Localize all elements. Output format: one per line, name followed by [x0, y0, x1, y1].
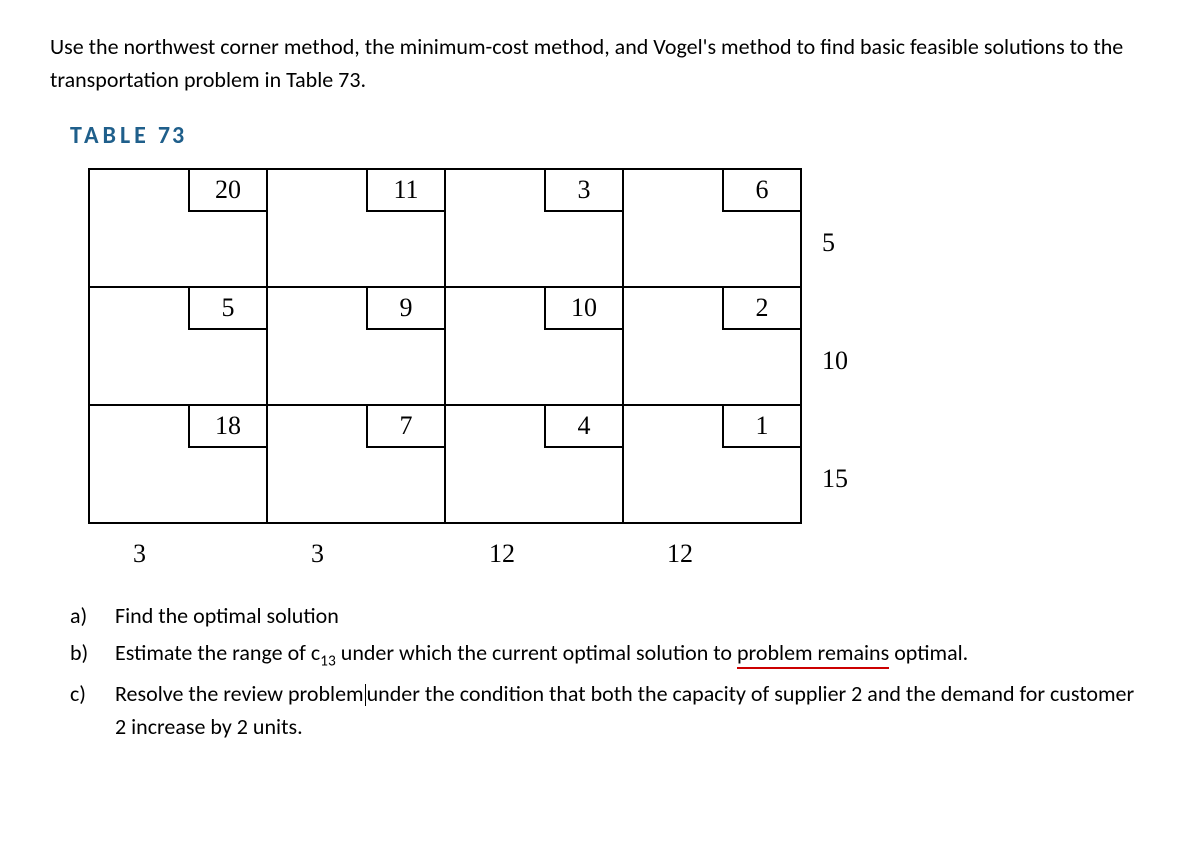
spellcheck-underline: problem remains	[737, 639, 889, 669]
demand-value: 12	[622, 539, 802, 569]
table-label: TABLE 73	[70, 121, 1150, 150]
question-text: Estimate the range of c13 under which th…	[115, 636, 1150, 673]
cell-1-3: 3	[444, 168, 624, 288]
text-cursor-icon	[365, 684, 366, 706]
cost-value: 5	[188, 286, 268, 330]
supply-column: 5 10 15	[822, 170, 848, 524]
questions-list: a) Find the optimal solution b) Estimate…	[70, 599, 1150, 743]
supply-value: 15	[822, 404, 848, 524]
subscript-13: 13	[320, 651, 336, 670]
cell-2-3: 10	[444, 286, 624, 406]
cost-value: 9	[366, 286, 446, 330]
question-label: a)	[70, 599, 115, 632]
cost-value: 18	[188, 404, 268, 448]
supply-value: 10	[822, 286, 848, 406]
cell-1-1: 20	[88, 168, 268, 288]
supply-value: 5	[822, 168, 848, 288]
table-row: 5 9 10 2	[90, 288, 802, 406]
question-b: b) Estimate the range of c13 under which…	[70, 636, 1150, 673]
cell-2-2: 9	[266, 286, 446, 406]
cost-value: 7	[366, 404, 446, 448]
cell-2-1: 5	[88, 286, 268, 406]
intro-text: Use the northwest corner method, the min…	[50, 30, 1150, 96]
cell-1-2: 11	[266, 168, 446, 288]
cost-value: 10	[544, 286, 624, 330]
cost-value: 2	[722, 286, 802, 330]
question-text: Find the optimal solution	[115, 599, 1150, 632]
cell-1-4: 6	[622, 168, 802, 288]
table-row: 20 11 3 6	[90, 170, 802, 288]
cost-value: 1	[722, 404, 802, 448]
cost-value: 3	[544, 168, 624, 212]
table-row: 18 7 4 1	[90, 406, 802, 524]
question-c: c) Resolve the review problemunder the c…	[70, 677, 1150, 743]
cell-3-4: 1	[622, 404, 802, 524]
cost-grid: 20 11 3 6 5 9 10 2 18 7 4 1	[90, 170, 802, 524]
question-label: b)	[70, 636, 115, 673]
demand-value: 3	[266, 539, 446, 569]
cost-value: 11	[366, 168, 446, 212]
transport-table: 20 11 3 6 5 9 10 2 18 7 4 1 5 10 15	[90, 170, 1150, 569]
cost-value: 6	[722, 168, 802, 212]
table-label-number: 73	[158, 121, 186, 150]
table-label-word: TABLE	[70, 121, 150, 150]
cell-2-4: 2	[622, 286, 802, 406]
question-a: a) Find the optimal solution	[70, 599, 1150, 632]
cell-3-2: 7	[266, 404, 446, 524]
cell-3-1: 18	[88, 404, 268, 524]
question-label: c)	[70, 677, 115, 743]
question-text: Resolve the review problemunder the cond…	[115, 677, 1150, 743]
demand-value: 3	[88, 539, 268, 569]
demand-row: 3 3 12 12	[90, 539, 1150, 569]
cell-3-3: 4	[444, 404, 624, 524]
cost-value: 20	[188, 168, 268, 212]
cost-value: 4	[544, 404, 624, 448]
demand-value: 12	[444, 539, 624, 569]
